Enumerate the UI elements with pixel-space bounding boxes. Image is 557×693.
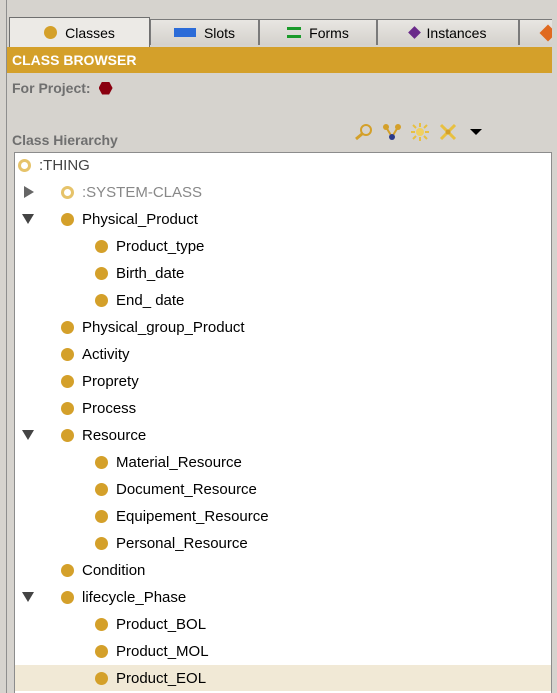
tree-node[interactable]: Physical_Product bbox=[15, 206, 551, 232]
add-superclass-icon bbox=[411, 123, 429, 141]
metaclass-icon bbox=[18, 158, 31, 172]
tree-node-label: Activity bbox=[82, 345, 130, 363]
dropdown-arrow-icon bbox=[470, 129, 482, 135]
tab-forms[interactable]: Forms bbox=[259, 19, 377, 45]
tab-label: Classes bbox=[65, 24, 115, 41]
tree-node-label: End_ date bbox=[116, 291, 185, 309]
tree-node-label: Product_MOL bbox=[116, 642, 209, 660]
class-browser-title: CLASS BROWSER bbox=[12, 52, 137, 68]
tab-label: Forms bbox=[309, 24, 349, 41]
expanded-arrow-icon[interactable] bbox=[22, 214, 34, 224]
tree-node-label: Physical_group_Product bbox=[82, 318, 245, 336]
tree-node[interactable]: Equipement_Resource bbox=[15, 503, 551, 529]
class-icon bbox=[95, 239, 108, 253]
expanded-arrow-icon[interactable] bbox=[22, 592, 34, 602]
tree-node-label: :THING bbox=[39, 156, 90, 174]
tree-node-label: Product_BOL bbox=[116, 615, 207, 633]
hierarchy-menu-button[interactable] bbox=[462, 119, 490, 145]
classes-panel: Classes Slots Forms Instances CLASS BROW… bbox=[7, 0, 557, 693]
class-hierarchy-tree[interactable]: :THING :SYSTEM-CLASS Physical_Product Produ… bbox=[14, 152, 552, 693]
class-icon bbox=[61, 374, 74, 388]
class-icon bbox=[95, 671, 108, 685]
delete-class-button[interactable] bbox=[434, 119, 462, 145]
tree-node[interactable]: Personal_Resource bbox=[15, 530, 551, 556]
add-subclass-button[interactable] bbox=[378, 119, 406, 145]
tree-node[interactable]: Process bbox=[15, 395, 551, 421]
class-icon bbox=[95, 617, 108, 631]
tree-node[interactable]: :SYSTEM-CLASS bbox=[15, 179, 551, 205]
class-icon bbox=[95, 509, 108, 523]
tree-node[interactable]: Physical_group_Product bbox=[15, 314, 551, 340]
tree-node-label: Birth_date bbox=[116, 264, 185, 282]
tree-node[interactable]: lifecycle_Phase bbox=[15, 584, 551, 610]
tree-node[interactable]: Product_type bbox=[15, 233, 551, 259]
tree-node[interactable]: Document_Resource bbox=[15, 476, 551, 502]
class-icon bbox=[95, 536, 108, 550]
tree-node[interactable]: Condition bbox=[15, 557, 551, 583]
tab-classes[interactable]: Classes bbox=[9, 17, 150, 47]
class-icon bbox=[61, 590, 74, 604]
tree-node[interactable]: Birth_date bbox=[15, 260, 551, 286]
tree-node-label: Process bbox=[82, 399, 137, 417]
tree-node[interactable]: :THING bbox=[15, 153, 551, 178]
tree-node[interactable]: Resource bbox=[15, 422, 551, 448]
class-icon bbox=[44, 26, 58, 39]
class-icon bbox=[61, 212, 74, 226]
tree-node-label: Physical_Product bbox=[82, 210, 198, 228]
tree-node[interactable]: Product_EOL bbox=[15, 665, 551, 691]
form-icon bbox=[287, 27, 302, 38]
class-icon bbox=[95, 482, 108, 496]
tree-node-label: Document_Resource bbox=[116, 480, 257, 498]
tree-node[interactable]: Product_MOL bbox=[15, 638, 551, 664]
hierarchy-toolbar bbox=[350, 119, 490, 145]
class-icon bbox=[95, 293, 108, 307]
class-icon bbox=[61, 401, 74, 415]
class-hierarchy-label: Class Hierarchy bbox=[12, 132, 118, 148]
tree-node-label: Material_Resource bbox=[116, 453, 242, 471]
tree-node-label: Proprety bbox=[82, 372, 139, 390]
class-icon bbox=[95, 644, 108, 658]
tree-node-label: Equipement_Resource bbox=[116, 507, 269, 525]
tree-node-label: Product_EOL bbox=[116, 669, 207, 687]
tree-node[interactable]: Product_BOL bbox=[15, 611, 551, 637]
slot-icon bbox=[173, 28, 196, 37]
tree-node[interactable]: End_ date bbox=[15, 287, 551, 313]
class-icon bbox=[95, 455, 108, 469]
tab-slots[interactable]: Slots bbox=[150, 19, 259, 45]
tree-node-label: Condition bbox=[82, 561, 146, 579]
window-left-edge bbox=[0, 0, 7, 693]
tree-node-label: lifecycle_Phase bbox=[82, 588, 187, 606]
tab-label: Slots bbox=[203, 24, 236, 41]
project-icon bbox=[98, 81, 113, 95]
delete-class-icon bbox=[439, 123, 457, 141]
find-class-icon bbox=[355, 124, 372, 141]
class-icon bbox=[61, 428, 74, 442]
tree-node-label: Personal_Resource bbox=[116, 534, 248, 552]
tab-strip: Classes Slots Forms Instances bbox=[7, 0, 557, 47]
class-browser-header: CLASS BROWSER bbox=[7, 47, 557, 73]
class-icon bbox=[61, 563, 74, 577]
project-row: For Project: bbox=[12, 80, 113, 96]
instance-icon bbox=[407, 26, 421, 39]
tree-node[interactable]: Activity bbox=[15, 341, 551, 367]
tree-node-label: Resource bbox=[82, 426, 147, 444]
find-class-button[interactable] bbox=[350, 119, 378, 145]
tab-instances[interactable]: Instances bbox=[377, 19, 519, 45]
panel-right-edge bbox=[552, 0, 557, 693]
class-icon bbox=[61, 347, 74, 361]
tab-label: Instances bbox=[426, 24, 487, 41]
tree-node[interactable]: Material_Resource bbox=[15, 449, 551, 475]
metaclass-icon bbox=[61, 185, 74, 199]
tree-node-label: Product_type bbox=[116, 237, 205, 255]
expanded-arrow-icon[interactable] bbox=[22, 430, 34, 440]
add-subclass-icon bbox=[383, 124, 401, 140]
class-icon bbox=[61, 320, 74, 334]
tree-node-label: :SYSTEM-CLASS bbox=[82, 183, 203, 201]
class-icon bbox=[95, 266, 108, 280]
project-label: For Project: bbox=[12, 80, 91, 96]
tree-node[interactable]: Proprety bbox=[15, 368, 551, 394]
add-superclass-button[interactable] bbox=[406, 119, 434, 145]
collapsed-arrow-icon[interactable] bbox=[24, 186, 34, 198]
